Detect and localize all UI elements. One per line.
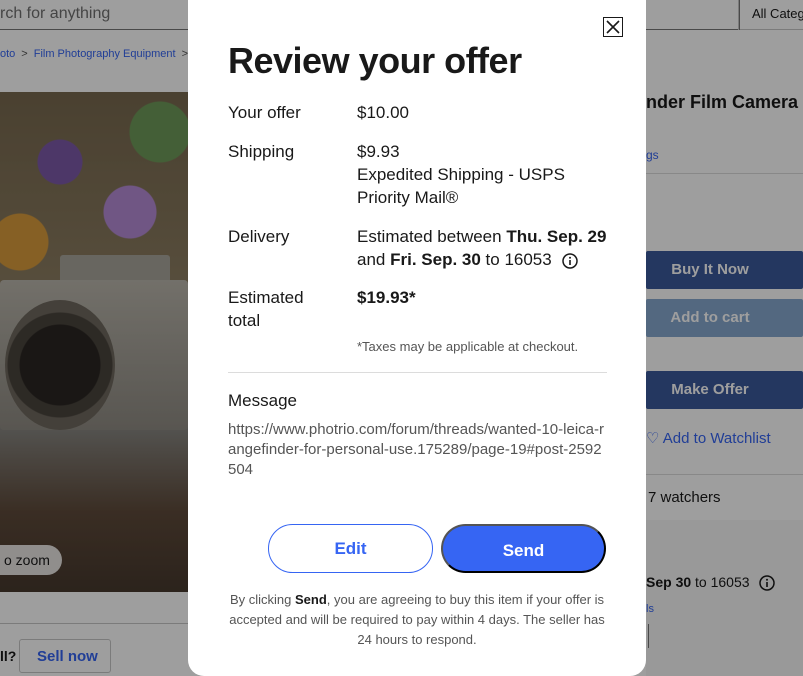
delivery-value: Estimated between Thu. Sep. 29 and Fri. … — [357, 225, 607, 271]
shipping-cost: $9.93 — [357, 142, 400, 161]
estimated-total-label: Estimated total — [228, 288, 304, 330]
legal-send-word: Send — [295, 592, 327, 607]
legal-disclaimer: By clicking Send, you are agreeing to bu… — [224, 590, 610, 650]
shipping-label: Shipping — [228, 142, 295, 161]
review-offer-dialog: Review your offer Your offer $10.00 Ship… — [188, 0, 646, 676]
shipping-value: $9.93 Expedited Shipping - USPS Priority… — [357, 140, 607, 209]
send-label: Send — [502, 541, 545, 560]
delivery-start-date: Thu. Sep. 29 — [506, 227, 607, 246]
edit-button[interactable]: Edit — [268, 524, 433, 573]
estimated-total-value: $19.93* — [357, 288, 416, 307]
message-text: https://www.photrio.com/forum/threads/wa… — [228, 421, 604, 478]
your-offer-label: Your offer — [228, 103, 301, 122]
dialog-title: Review your offer — [228, 40, 522, 81]
your-offer-value: $10.00 — [357, 103, 409, 122]
delivery-end-date: Fri. Sep. 30 — [390, 250, 481, 269]
legal-prefix: By clicking — [229, 592, 292, 607]
message-label: Message — [228, 391, 297, 410]
delivery-prefix: Estimated between — [357, 227, 502, 246]
info-icon[interactable] — [562, 252, 579, 269]
shipping-method: Expedited Shipping - USPS Priority Mail® — [357, 165, 565, 207]
delivery-label: Delivery — [228, 227, 290, 246]
send-button[interactable]: Send — [441, 524, 606, 573]
close-icon — [606, 20, 620, 34]
edit-label: Edit — [334, 538, 367, 558]
delivery-and: and — [357, 250, 386, 269]
tax-note: *Taxes may be applicable at checkout. — [357, 339, 579, 354]
close-button[interactable] — [603, 17, 623, 37]
delivery-zip: to 16053 — [485, 250, 552, 269]
divider — [228, 372, 607, 373]
